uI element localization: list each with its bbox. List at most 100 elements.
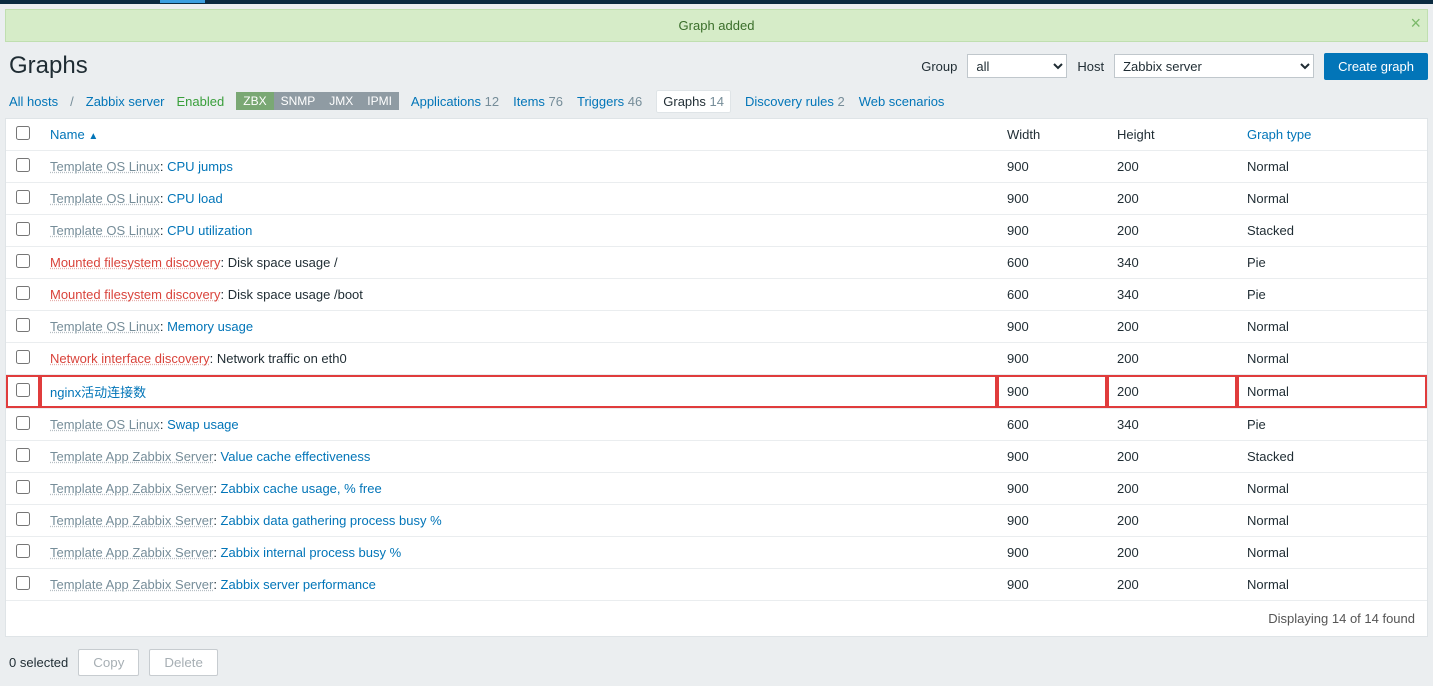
row-checkbox[interactable]: [16, 512, 30, 526]
row-template-link[interactable]: Mounted filesystem discovery: [50, 255, 221, 270]
row-t: Pie: [1237, 409, 1427, 441]
tag-ipmi: IPMI: [360, 92, 399, 110]
graphs-table: Name ▲ Width Height Graph type Template …: [5, 118, 1428, 637]
row-w: 900: [997, 215, 1107, 247]
table-row: Template App Zabbix Server: Zabbix inter…: [6, 537, 1427, 569]
tag-jmx: JMX: [322, 92, 360, 110]
row-graph-link: Network traffic on eth0: [217, 351, 347, 366]
nav-label[interactable]: Applications: [411, 94, 481, 109]
table-row: Network interface discovery: Network tra…: [6, 343, 1427, 375]
copy-button[interactable]: Copy: [78, 649, 139, 676]
breadcrumb-host[interactable]: Zabbix server: [86, 94, 165, 109]
row-graph-link[interactable]: Value cache effectiveness: [221, 449, 371, 464]
select-all-checkbox[interactable]: [16, 126, 30, 140]
nav-label[interactable]: Triggers: [577, 94, 624, 109]
create-graph-button[interactable]: Create graph: [1324, 53, 1428, 80]
col-type[interactable]: Graph type: [1247, 127, 1311, 142]
row-h: 200: [1107, 569, 1237, 601]
row-checkbox[interactable]: [16, 480, 30, 494]
tag-snmp: SNMP: [274, 92, 323, 110]
row-template-link[interactable]: Template App Zabbix Server: [50, 577, 213, 592]
row-checkbox[interactable]: [16, 222, 30, 236]
row-graph-link[interactable]: nginx活动连接数: [50, 385, 146, 400]
delete-button[interactable]: Delete: [149, 649, 218, 676]
row-checkbox[interactable]: [16, 576, 30, 590]
success-message: Graph added ×: [5, 9, 1428, 42]
host-select[interactable]: Zabbix server: [1114, 54, 1314, 78]
nav-web-scenarios[interactable]: Web scenarios: [859, 94, 945, 109]
nav-triggers[interactable]: Triggers 46: [577, 94, 642, 109]
nav-applications[interactable]: Applications 12: [411, 94, 499, 109]
row-t: Pie: [1237, 247, 1427, 279]
row-w: 900: [997, 183, 1107, 215]
row-checkbox[interactable]: [16, 318, 30, 332]
row-template-link[interactable]: Mounted filesystem discovery: [50, 287, 221, 302]
row-template-link[interactable]: Network interface discovery: [50, 351, 210, 366]
nav-label[interactable]: Items: [513, 94, 545, 109]
row-template-link[interactable]: Template OS Linux: [50, 223, 160, 238]
row-template-link[interactable]: Template App Zabbix Server: [50, 513, 213, 528]
table-row: Template OS Linux: CPU load900200Normal: [6, 183, 1427, 215]
row-graph-link[interactable]: Memory usage: [167, 319, 253, 334]
row-h: 200: [1107, 151, 1237, 183]
table-row: Mounted filesystem discovery: Disk space…: [6, 247, 1427, 279]
row-checkbox[interactable]: [16, 254, 30, 268]
row-w: 900: [997, 537, 1107, 569]
nav-label[interactable]: Discovery rules: [745, 94, 834, 109]
row-template-link[interactable]: Template App Zabbix Server: [50, 481, 213, 496]
row-graph-link[interactable]: CPU load: [167, 191, 223, 206]
group-label: Group: [921, 59, 957, 74]
selection-count: 0 selected: [9, 655, 68, 670]
row-checkbox[interactable]: [16, 286, 30, 300]
row-checkbox[interactable]: [16, 190, 30, 204]
row-w: 900: [997, 151, 1107, 183]
breadcrumb: All hosts / Zabbix server Enabled ZBX SN…: [5, 92, 1428, 118]
row-template-link[interactable]: Template App Zabbix Server: [50, 449, 213, 464]
row-h: 340: [1107, 279, 1237, 311]
row-template-link[interactable]: Template OS Linux: [50, 417, 160, 432]
row-h: 200: [1107, 375, 1237, 409]
row-graph-link: Disk space usage /boot: [228, 287, 363, 302]
row-template-link[interactable]: Template OS Linux: [50, 159, 160, 174]
row-t: Normal: [1237, 505, 1427, 537]
col-name[interactable]: Name ▲: [50, 127, 98, 142]
row-graph-link[interactable]: Zabbix internal process busy %: [221, 545, 402, 560]
protocol-tags: ZBX SNMP JMX IPMI: [236, 92, 399, 110]
row-w: 900: [997, 375, 1107, 409]
table-row: Template App Zabbix Server: Zabbix data …: [6, 505, 1427, 537]
row-h: 200: [1107, 183, 1237, 215]
row-template-link[interactable]: Template OS Linux: [50, 319, 160, 334]
row-graph-link[interactable]: CPU jumps: [167, 159, 233, 174]
nav-discovery-rules[interactable]: Discovery rules 2: [745, 94, 845, 109]
row-graph-link[interactable]: Zabbix server performance: [221, 577, 376, 592]
row-graph-link[interactable]: CPU utilization: [167, 223, 252, 238]
row-graph-link[interactable]: Zabbix data gathering process busy %: [221, 513, 442, 528]
nav-count: 2: [834, 94, 845, 109]
table-row: Template App Zabbix Server: Value cache …: [6, 441, 1427, 473]
table-row: Template OS Linux: Swap usage600340Pie: [6, 409, 1427, 441]
row-checkbox[interactable]: [16, 448, 30, 462]
row-checkbox[interactable]: [16, 544, 30, 558]
group-select[interactable]: all: [967, 54, 1067, 78]
row-checkbox[interactable]: [16, 158, 30, 172]
row-w: 900: [997, 505, 1107, 537]
filter-bar: Group all Host Zabbix server Create grap…: [921, 53, 1428, 80]
row-t: Normal: [1237, 343, 1427, 375]
row-h: 200: [1107, 215, 1237, 247]
row-w: 900: [997, 473, 1107, 505]
row-template-link[interactable]: Template App Zabbix Server: [50, 545, 213, 560]
sort-asc-icon: ▲: [88, 131, 98, 142]
row-graph-link[interactable]: Swap usage: [167, 417, 239, 432]
nav-items[interactable]: Items 76: [513, 94, 563, 109]
close-icon[interactable]: ×: [1410, 14, 1421, 32]
row-checkbox[interactable]: [16, 350, 30, 364]
row-h: 200: [1107, 343, 1237, 375]
breadcrumb-all-hosts[interactable]: All hosts: [9, 94, 58, 109]
row-graph-link[interactable]: Zabbix cache usage, % free: [221, 481, 382, 496]
nav-label[interactable]: Web scenarios: [859, 94, 945, 109]
row-checkbox[interactable]: [16, 416, 30, 430]
nav-count: 46: [624, 94, 642, 109]
row-template-link[interactable]: Template OS Linux: [50, 191, 160, 206]
row-checkbox[interactable]: [16, 383, 30, 397]
nav-graphs[interactable]: Graphs 14: [656, 90, 731, 113]
